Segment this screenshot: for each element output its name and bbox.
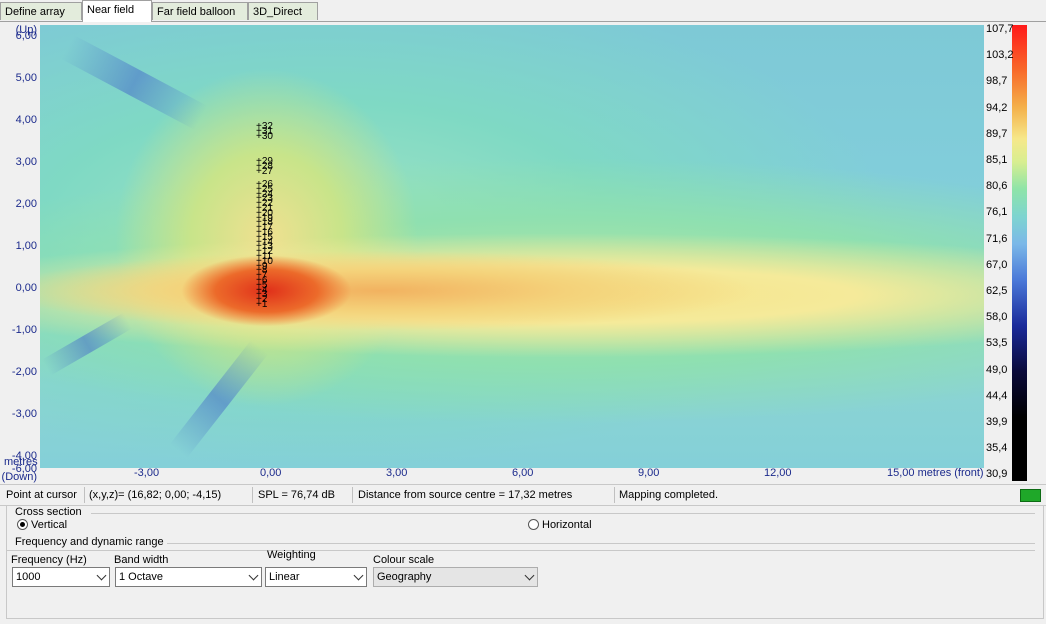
colour-scale-label: 80,6 bbox=[986, 180, 1008, 193]
colour-scale-label: 89,7 bbox=[986, 127, 1008, 140]
y-bottom-label: (Down) bbox=[1, 471, 37, 483]
y-tick-label: 4,00 bbox=[15, 114, 37, 126]
spl-value: SPL = 76,74 dB bbox=[258, 489, 335, 501]
tab-far-field-balloon[interactable]: Far field balloon bbox=[152, 2, 248, 20]
colour-scale-label: 35,4 bbox=[986, 442, 1008, 455]
y-tick-label: 5,00 bbox=[15, 72, 37, 84]
tab-define-array[interactable]: Define array bbox=[0, 2, 82, 20]
y-tick-label: 0,00 bbox=[15, 282, 37, 294]
status-bar: Point at cursor (x,y,z)= (16,82; 0,00; -… bbox=[0, 484, 1046, 506]
array-element-marker: +1 bbox=[256, 299, 268, 310]
tab-3d-direct[interactable]: 3D_Direct bbox=[248, 2, 318, 20]
y-tick-label: -1,00 bbox=[11, 324, 37, 336]
x-tick-label: 3,00 bbox=[386, 467, 408, 479]
colour-scale-label: 98,7 bbox=[986, 75, 1008, 88]
weighting-select[interactable]: Linear bbox=[265, 567, 367, 587]
bandwidth-label: Band width bbox=[114, 554, 169, 566]
colour-scale-label: 49,0 bbox=[986, 363, 1008, 376]
point-at-cursor-label: Point at cursor bbox=[6, 489, 77, 501]
vertical-label[interactable]: Vertical bbox=[31, 519, 67, 531]
mic-label: 1 bbox=[261, 299, 268, 310]
x-tick-label: 0,00 bbox=[260, 467, 282, 479]
colour-scale-label: 103,2 bbox=[986, 49, 1014, 62]
colour-scale-label: 62,5 bbox=[986, 285, 1008, 297]
heatmap-shading bbox=[61, 35, 208, 130]
x-tick-label: 6,00 bbox=[512, 467, 534, 479]
frequency-label: Frequency (Hz) bbox=[11, 554, 87, 566]
chevron-down-icon bbox=[353, 570, 364, 581]
horizontal-radio[interactable] bbox=[528, 519, 539, 530]
frequency-select[interactable]: 1000 bbox=[12, 567, 110, 587]
colour-scale-label: 85,1 bbox=[986, 154, 1008, 166]
weighting-value: Linear bbox=[269, 571, 300, 583]
y-tick-label: -3,00 bbox=[11, 408, 37, 420]
colour-scale-gradient bbox=[1012, 25, 1027, 481]
colour-scale-label: 58,0 bbox=[986, 311, 1008, 324]
frequency-value: 1000 bbox=[16, 571, 41, 583]
chevron-down-icon bbox=[248, 570, 259, 581]
status-separator bbox=[614, 487, 615, 503]
colour-scale-label: 71,6 bbox=[986, 232, 1008, 245]
x-tick-label: 9,00 bbox=[638, 467, 660, 479]
group-divider bbox=[167, 543, 1035, 544]
colour-scale-label: 39,9 bbox=[986, 416, 1008, 428]
x-unit-label: metres bbox=[4, 456, 38, 468]
frequency-group-title: Frequency and dynamic range bbox=[13, 536, 166, 548]
colour-scale-label: 67,0 bbox=[986, 258, 1008, 271]
chevron-down-icon bbox=[524, 570, 535, 581]
heatmap-shading bbox=[169, 340, 269, 459]
colour-scale-label: Colour scale bbox=[373, 554, 435, 566]
colour-scale-label: 107,7 bbox=[986, 23, 1014, 35]
status-message: Mapping completed. bbox=[619, 489, 719, 501]
colour-scale-bar: 107,7 103,2 98,7 94,2 89,7 85,1 80,6 76,1 71,6 67… bbox=[984, 23, 1042, 481]
x-tick-label: -3,00 bbox=[134, 467, 160, 479]
status-indicator bbox=[1020, 489, 1041, 502]
y-tick-label: 1,00 bbox=[15, 240, 37, 252]
y-tick-label: 2,00 bbox=[15, 198, 37, 210]
y-tick-label: 3,00 bbox=[15, 156, 37, 168]
bandwidth-select[interactable]: 1 Octave bbox=[115, 567, 262, 587]
tab-bar: Define array Near field Far field balloo… bbox=[0, 0, 1046, 22]
near-field-plot: (Up) 6,00 5,00 4,00 3,00 2,00 1,00 0,00 -1,00 -2… bbox=[0, 22, 1046, 484]
y-tick-label: -2,00 bbox=[11, 366, 37, 378]
colour-scale-label: 44,4 bbox=[986, 389, 1008, 402]
tab-near-field[interactable]: Near field bbox=[82, 0, 152, 22]
controls-panel: Cross section Vertical Horizontal Freque… bbox=[6, 505, 1044, 619]
colour-scale-label: 30,9 bbox=[986, 468, 1008, 481]
status-separator bbox=[252, 487, 253, 503]
status-separator bbox=[352, 487, 353, 503]
mic-label: 30 bbox=[261, 131, 273, 142]
status-separator bbox=[84, 487, 85, 503]
array-element-marker: +27 bbox=[256, 166, 273, 177]
horizontal-label[interactable]: Horizontal bbox=[542, 519, 592, 531]
cross-section-title: Cross section bbox=[13, 506, 84, 518]
weighting-label: Weighting bbox=[267, 549, 316, 561]
colour-scale-label: 53,5 bbox=[986, 337, 1008, 350]
colour-scale-value: Geography bbox=[377, 571, 432, 583]
chevron-down-icon bbox=[96, 570, 107, 581]
vertical-radio[interactable] bbox=[17, 519, 28, 530]
colour-scale-label: 76,1 bbox=[986, 206, 1008, 219]
distance-value: Distance from source centre = 17,32 metr… bbox=[358, 489, 573, 501]
group-divider bbox=[91, 513, 1035, 514]
cursor-coordinates: (x,y,z)= (16,82; 0,00; -4,15) bbox=[89, 489, 222, 501]
spl-heatmap[interactable] bbox=[40, 25, 984, 468]
bandwidth-value: 1 Octave bbox=[119, 571, 164, 583]
mic-label: 27 bbox=[261, 166, 273, 177]
colour-scale-label: 94,2 bbox=[986, 101, 1008, 114]
array-element-marker: +30 bbox=[256, 131, 273, 142]
y-tick-label: 6,00 bbox=[15, 30, 37, 42]
heatmap-shading bbox=[41, 312, 133, 376]
x-tick-label: 12,00 bbox=[764, 467, 792, 479]
x-tick-label: 15,00 metres (front) bbox=[887, 467, 984, 479]
group-divider bbox=[7, 550, 1035, 551]
colour-scale-select[interactable]: Geography bbox=[373, 567, 538, 587]
